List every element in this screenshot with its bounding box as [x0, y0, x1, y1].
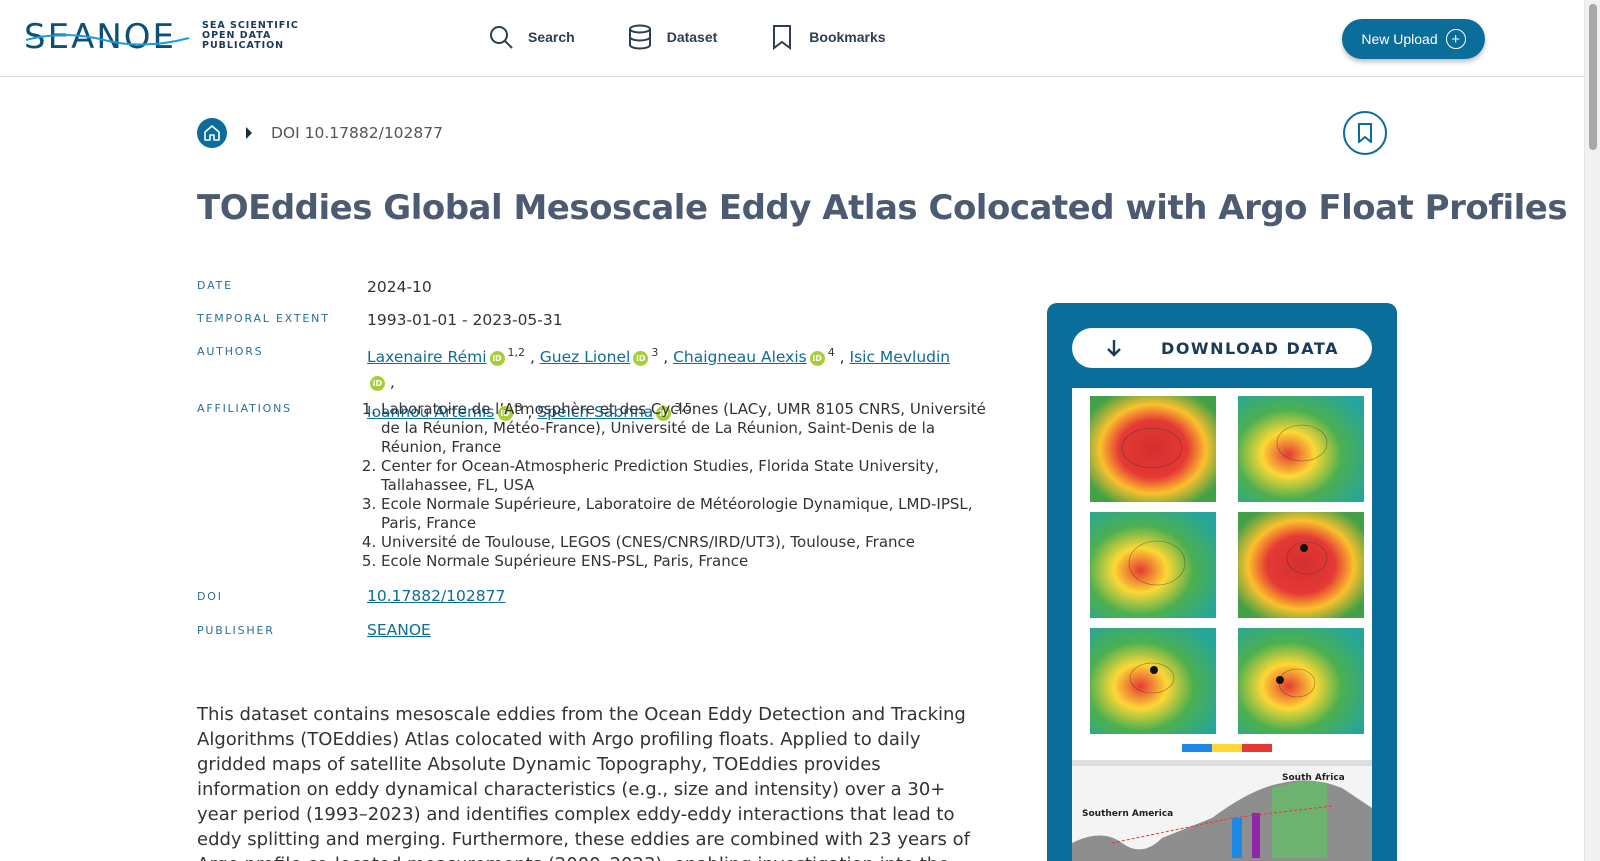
affiliation-item: Université de Toulouse, LEGOS (CNES/CNRS…: [381, 533, 987, 552]
author-item: Guez Lionel iD 3 ,: [539, 346, 674, 366]
dataset-preview-image[interactable]: South Africa Southern America: [1072, 388, 1372, 861]
publisher-label: PUBLISHER: [197, 624, 275, 637]
author-link[interactable]: Chaigneau Alexis: [673, 348, 807, 366]
arrow-down-icon: [1107, 340, 1121, 357]
dataset-description: This dataset contains mesoscale eddies f…: [197, 704, 970, 861]
authors-label: AUTHORS: [197, 345, 264, 358]
logo-tagline: SEA SCIENTIFIC OPEN DATA PUBLICATION: [202, 20, 299, 51]
affiliations-label: AFFILIATIONS: [197, 402, 292, 415]
orcid-icon[interactable]: iD: [489, 351, 505, 366]
author-link[interactable]: Guez Lionel: [540, 348, 631, 366]
home-icon: [204, 125, 220, 141]
nav-dataset[interactable]: Dataset: [627, 24, 718, 50]
affiliation-item: Center for Ocean-Atmospheric Prediction …: [381, 457, 987, 495]
publisher-link[interactable]: SEANOE: [367, 621, 431, 639]
doi-link[interactable]: 10.17882/102877: [367, 587, 505, 605]
author-item: Chaigneau Alexis iD 4 ,: [673, 346, 850, 366]
page-title: TOEddies Global Mesoscale Eddy Atlas Col…: [197, 188, 1568, 228]
date-value: 2024-10: [367, 278, 432, 296]
home-button[interactable]: [197, 118, 227, 148]
nav-bookmarks-label: Bookmarks: [809, 29, 886, 45]
database-icon: [628, 24, 651, 50]
affiliation-item: Ecole Normale Supérieure ENS-PSL, Paris,…: [381, 552, 987, 571]
author-link[interactable]: Isic Mevludin: [850, 348, 951, 366]
doi-label: DOI: [197, 590, 223, 603]
doi-value: 10.17882/102877: [367, 587, 505, 605]
affiliation-item: Laboratoire de l’Atmosphère et des Cyclo…: [381, 400, 987, 457]
download-data-button[interactable]: DOWNLOAD DATA: [1072, 328, 1372, 368]
nav-search-label: Search: [528, 29, 575, 45]
search-icon: [490, 26, 513, 49]
publisher-value: SEANOE: [367, 621, 431, 639]
nav-bookmarks[interactable]: Bookmarks: [769, 24, 886, 50]
thumb-label-south-africa: South Africa: [1282, 773, 1345, 783]
temporal-extent-value: 1993-01-01 - 2023-05-31: [367, 311, 563, 329]
orcid-icon[interactable]: iD: [633, 351, 649, 366]
thumb-label-southern-america: Southern America: [1082, 809, 1173, 819]
author-affil-sup: 1,2: [507, 346, 526, 359]
nav-search[interactable]: Search: [488, 24, 575, 50]
orcid-icon[interactable]: iD: [809, 351, 825, 366]
author-affil-sup: 3: [651, 346, 659, 359]
temporal-extent-label: TEMPORAL EXTENT: [197, 312, 330, 325]
bookmark-icon: [1358, 123, 1372, 143]
main-nav: Search Dataset Bookmarks: [488, 24, 938, 50]
new-upload-label: New Upload: [1361, 31, 1438, 47]
page-scrollbar[interactable]: [1584, 0, 1600, 861]
author-link[interactable]: Laxenaire Rémi: [367, 348, 487, 366]
affiliation-item: Ecole Normale Supérieure, Laboratoire de…: [381, 495, 987, 533]
top-header: SEANOE SEA SCIENTIFIC OPEN DATA PUBLICAT…: [0, 0, 1584, 77]
date-label: DATE: [197, 279, 233, 292]
seanoe-logo-mark: SEANOE: [24, 18, 190, 54]
download-data-label: DOWNLOAD DATA: [1161, 338, 1339, 358]
bookmark-button[interactable]: [1343, 111, 1387, 155]
scrollbar-thumb[interactable]: [1589, 4, 1597, 150]
bookmark-icon: [773, 25, 792, 50]
nav-dataset-label: Dataset: [666, 29, 718, 45]
breadcrumb-arrow-icon: [246, 127, 252, 139]
breadcrumb-doi: DOI 10.17882/102877: [271, 124, 443, 142]
affiliations-list: Laboratoire de l’Atmosphère et des Cyclo…: [367, 400, 987, 571]
author-item: Laxenaire Rémi iD 1,2 ,: [367, 346, 540, 366]
new-upload-button[interactable]: New Upload +: [1342, 19, 1485, 59]
download-panel: DOWNLOAD DATA South Africa Southern Amer…: [1047, 303, 1397, 861]
seanoe-logo[interactable]: SEANOE SEA SCIENTIFIC OPEN DATA PUBLICAT…: [24, 18, 312, 54]
author-affil-sup: 4: [827, 346, 835, 359]
eddy-maps-figure: South Africa Southern America: [1072, 388, 1372, 861]
plus-icon: +: [1445, 29, 1466, 49]
orcid-icon[interactable]: iD: [370, 376, 385, 391]
